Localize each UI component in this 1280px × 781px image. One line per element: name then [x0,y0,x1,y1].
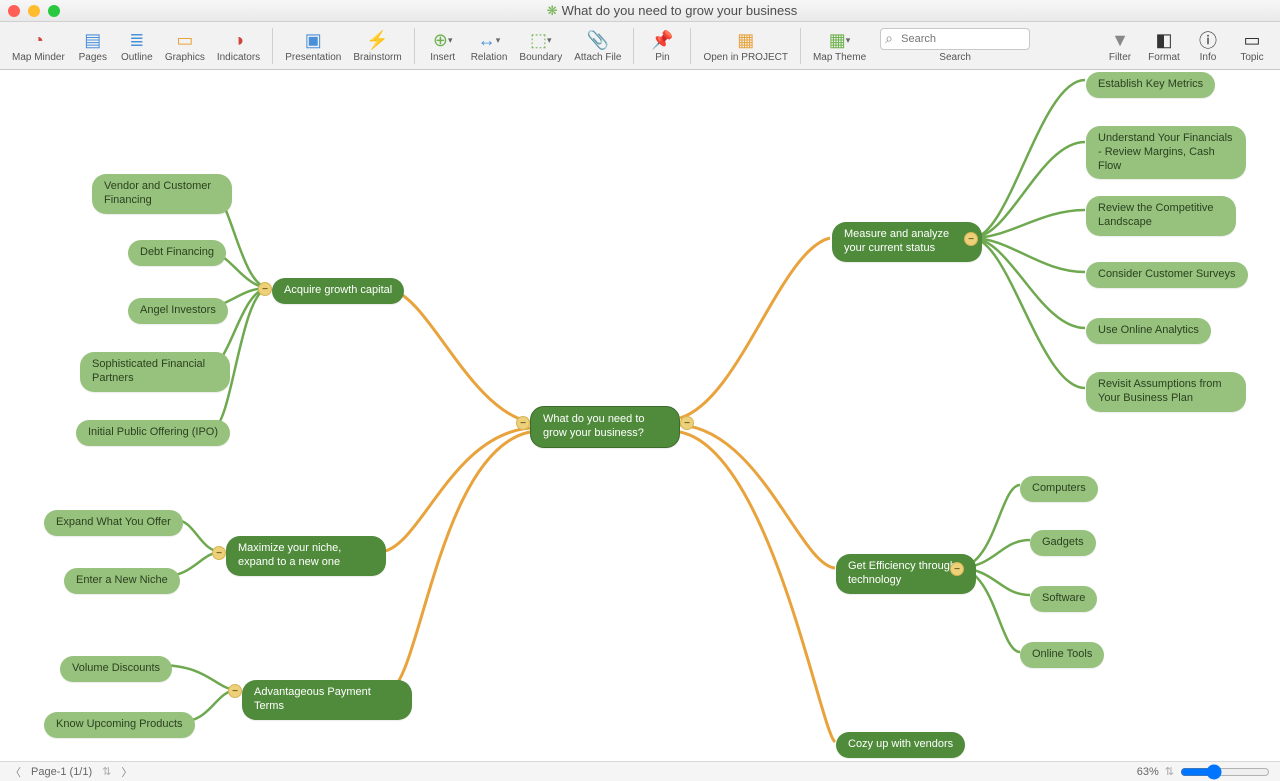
boundary-button[interactable]: ⬚Boundary [513,26,568,65]
presentation-icon: ▣ [305,28,322,52]
mindmap-canvas[interactable]: What do you need to grow your business? … [0,70,1280,761]
boundary-icon: ⬚ [530,28,552,52]
window-controls[interactable] [8,5,60,17]
theme-icon: ▦ [829,28,851,52]
branch-acquire-growth-capital[interactable]: Acquire growth capital [272,278,404,304]
search-input[interactable] [880,28,1030,50]
leaf-review-competitive[interactable]: Review the Competitive Landscape [1086,196,1236,236]
minimize-icon[interactable] [28,5,40,17]
collapse-toggle-left[interactable]: − [516,416,530,430]
pin-button[interactable]: 📌Pin [640,26,684,65]
page-next-button[interactable]: 〉 [121,764,132,780]
brainstorm-button[interactable]: ⚡Brainstorm [347,26,407,65]
map-minder-button[interactable]: ◔Map Minder [6,26,71,65]
pin-icon: 📌 [651,28,673,52]
leaf-customer-surveys[interactable]: Consider Customer Surveys [1086,262,1248,288]
window-title: ❋ What do you need to grow your business [72,3,1272,19]
graphics-icon: ▭ [176,28,193,52]
info-button[interactable]: ⓘInfo [1186,26,1230,65]
collapse-b1[interactable]: − [258,282,272,296]
outline-button[interactable]: ≣Outline [115,26,159,65]
relation-icon: ↔ [478,28,501,52]
collapse-b4[interactable]: − [964,232,978,246]
info-icon: ⓘ [1199,28,1217,52]
zoom-icon[interactable] [48,5,60,17]
window-title-text: What do you need to grow your business [562,3,798,18]
zoom-value: 63% [1137,766,1159,778]
branch-maximize-niche[interactable]: Maximize your niche, expand to a new one [226,536,386,576]
leaf-enter-new-niche[interactable]: Enter a New Niche [64,568,180,594]
insert-button[interactable]: ⊕Insert [421,26,465,65]
leaf-revisit-assumptions[interactable]: Revisit Assumptions from Your Business P… [1086,372,1246,412]
collapse-b2[interactable]: − [212,546,226,560]
leaf-understand-financials[interactable]: Understand Your Financials - Review Marg… [1086,126,1246,179]
attach-file-button[interactable]: 📎Attach File [568,26,627,65]
leaf-angel-investors[interactable]: Angel Investors [128,298,228,324]
page-indicator[interactable]: Page-1 (1/1) [31,766,92,778]
branch-cozy-vendors[interactable]: Cozy up with vendors [836,732,965,758]
indicators-icon: ◑ [233,28,244,52]
leaf-gadgets[interactable]: Gadgets [1030,530,1096,556]
leaf-online-tools[interactable]: Online Tools [1020,642,1104,668]
presentation-button[interactable]: ▣Presentation [279,26,347,65]
zoom-controls[interactable]: 63% ⇅ [1137,764,1270,780]
map-theme-button[interactable]: ▦Map Theme [807,26,872,65]
collapse-b5[interactable]: − [950,562,964,576]
collapse-b3[interactable]: − [228,684,242,698]
insert-icon: ⊕ [433,28,453,52]
branch-advantageous-terms[interactable]: Advantageous Payment Terms [242,680,412,720]
pages-icon: ▤ [84,28,101,52]
map-minder-icon: ◔ [33,28,44,52]
topic-icon: ▭ [1243,28,1260,52]
page-prev-button[interactable]: 〈 [10,764,21,780]
leaf-online-analytics[interactable]: Use Online Analytics [1086,318,1211,344]
zoom-stepper-icon[interactable]: ⇅ [1165,765,1174,778]
leaf-ipo[interactable]: Initial Public Offering (IPO) [76,420,230,446]
close-icon[interactable] [8,5,20,17]
filter-icon: ▼ [1111,28,1129,52]
zoom-slider[interactable] [1180,764,1270,780]
format-button[interactable]: ◧Format [1142,26,1186,65]
filter-button[interactable]: ▼Filter [1098,26,1142,65]
center-topic[interactable]: What do you need to grow your business? [530,406,680,448]
mindmap-doc-icon: ❋ [547,3,558,18]
brainstorm-icon: ⚡ [366,28,388,52]
leaf-computers[interactable]: Computers [1020,476,1098,502]
leaf-sophisticated-partners[interactable]: Sophisticated Financial Partners [80,352,230,392]
toolbar: ◔Map Minder ▤Pages ≣Outline ▭Graphics ◑I… [0,22,1280,70]
topic-button[interactable]: ▭Topic [1230,26,1274,65]
leaf-software[interactable]: Software [1030,586,1097,612]
window-titlebar: ❋ What do you need to grow your business [0,0,1280,22]
outline-icon: ≣ [129,28,144,52]
collapse-toggle-right[interactable]: − [680,416,694,430]
project-icon: ▦ [737,28,754,52]
paperclip-icon: 📎 [587,28,609,52]
leaf-expand-offer[interactable]: Expand What You Offer [44,510,183,536]
indicators-button[interactable]: ◑Indicators [211,26,266,65]
branch-measure-status[interactable]: Measure and analyze your current status [832,222,982,262]
page-stepper-icon[interactable]: ⇅ [102,765,111,778]
search-field[interactable]: Search [880,28,1030,63]
open-project-button[interactable]: ▦Open in PROJECT [697,26,793,65]
leaf-vendor-customer-financing[interactable]: Vendor and Customer Financing [92,174,232,214]
leaf-know-upcoming[interactable]: Know Upcoming Products [44,712,195,738]
format-icon: ◧ [1155,28,1172,52]
pages-button[interactable]: ▤Pages [71,26,115,65]
leaf-debt-financing[interactable]: Debt Financing [128,240,226,266]
leaf-volume-discounts[interactable]: Volume Discounts [60,656,172,682]
graphics-button[interactable]: ▭Graphics [159,26,211,65]
status-bar: 〈 Page-1 (1/1) ⇅ 〉 63% ⇅ [0,761,1280,781]
leaf-establish-metrics[interactable]: Establish Key Metrics [1086,72,1215,98]
relation-button[interactable]: ↔Relation [465,26,514,65]
